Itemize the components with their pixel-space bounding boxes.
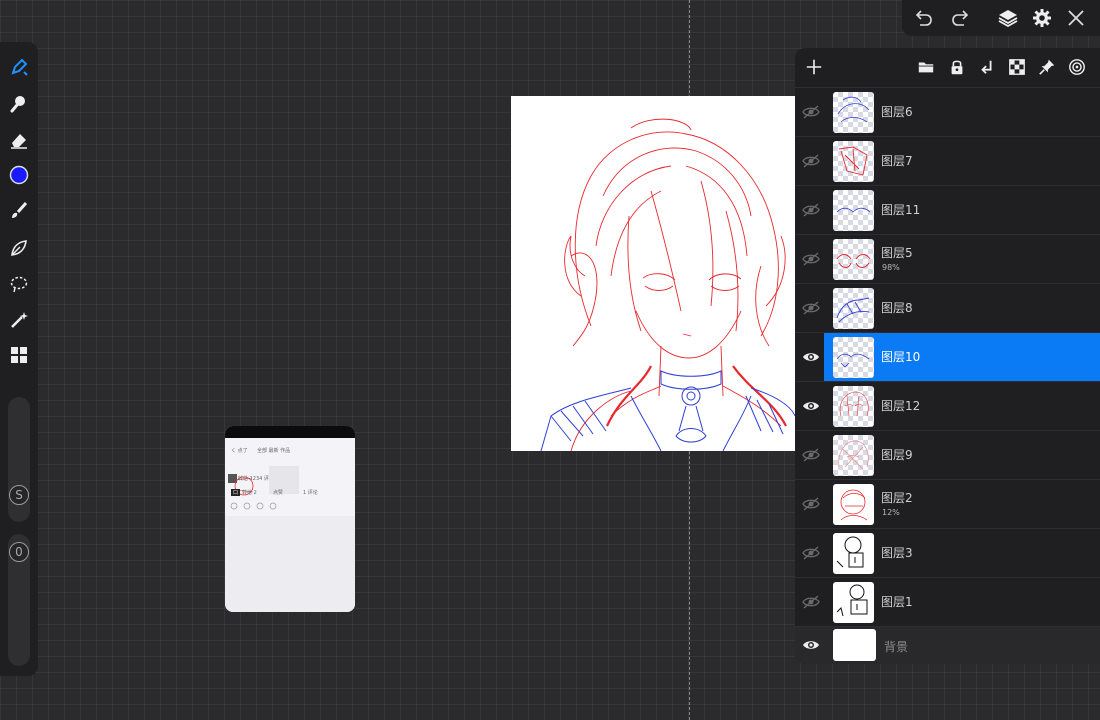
target-icon[interactable] bbox=[1066, 56, 1088, 78]
reference-chip-1: 口 bbox=[231, 489, 241, 496]
redo-icon[interactable] bbox=[948, 6, 972, 30]
brush-opacity-slider-knob[interactable]: 0 bbox=[9, 542, 29, 562]
layer-name: 图层7 bbox=[881, 154, 913, 168]
layer-row-selected[interactable]: 图层10 bbox=[795, 332, 1100, 381]
checker-icon[interactable] bbox=[1006, 56, 1028, 78]
reference-chip-4: 1 评论 bbox=[303, 490, 318, 496]
reference-chip-3: 点赞 bbox=[273, 490, 284, 496]
layer-opacity: 12% bbox=[882, 508, 900, 517]
magic-wand-icon[interactable] bbox=[6, 307, 32, 333]
reference-title-left: く 点了 bbox=[231, 448, 248, 454]
layer-thumbnail bbox=[833, 533, 874, 574]
lasso-icon[interactable] bbox=[6, 271, 32, 297]
layer-thumbnail bbox=[833, 141, 874, 182]
close-icon[interactable] bbox=[1064, 6, 1088, 30]
layer-name: 图层2 bbox=[881, 491, 913, 505]
lock-icon[interactable] bbox=[946, 56, 968, 78]
layer-thumbnail bbox=[833, 435, 874, 476]
eraser-icon[interactable] bbox=[6, 127, 32, 153]
reference-window[interactable]: く 点了 全部 最新 作品 转给 1234 评论 口 转给 2 点赞 1 评论 bbox=[225, 426, 355, 612]
layers-panel-header bbox=[795, 48, 1100, 87]
eye-hidden-icon[interactable] bbox=[801, 445, 821, 465]
layer-opacity: 98% bbox=[882, 263, 900, 272]
layer-thumbnail bbox=[833, 239, 874, 280]
eye-hidden-icon[interactable] bbox=[801, 298, 821, 318]
settings-gear-icon[interactable] bbox=[1030, 6, 1054, 30]
reference-blank-area bbox=[225, 516, 355, 612]
add-icon[interactable] bbox=[803, 56, 825, 78]
layer-thumbnail bbox=[833, 92, 874, 133]
layer-row[interactable]: 图层9 bbox=[795, 430, 1100, 479]
reference-window-titlebar[interactable] bbox=[225, 426, 355, 438]
reference-reaction-icons bbox=[230, 502, 277, 510]
layer-row-background[interactable]: 背景 bbox=[795, 626, 1100, 664]
layer-name: 图层3 bbox=[881, 546, 913, 560]
eye-hidden-icon[interactable] bbox=[801, 200, 821, 220]
left-toolbar: S 0 bbox=[0, 42, 38, 676]
merge-down-icon[interactable] bbox=[976, 56, 998, 78]
eye-visible-icon[interactable] bbox=[801, 635, 821, 655]
layer-row[interactable]: 图层1 bbox=[795, 577, 1100, 626]
color-swatch[interactable] bbox=[6, 162, 32, 188]
layer-row[interactable]: 图层8 bbox=[795, 283, 1100, 332]
layer-row[interactable]: 图层3 bbox=[795, 528, 1100, 577]
folder-icon[interactable] bbox=[915, 56, 937, 78]
layer-row[interactable]: 图层5 98% bbox=[795, 234, 1100, 283]
pin-icon[interactable] bbox=[1036, 56, 1058, 78]
eye-hidden-icon[interactable] bbox=[801, 151, 821, 171]
canvas-artwork bbox=[540, 118, 795, 451]
layer-thumbnail bbox=[833, 582, 874, 623]
layers-panel: 图层6 图层7 图层11 图层5 98% 图层8 图层10 图层12 图层9 图… bbox=[795, 48, 1100, 664]
background-color-thumbnail bbox=[833, 629, 876, 661]
layer-row[interactable]: 图层6 bbox=[795, 87, 1100, 136]
layer-name: 图层11 bbox=[881, 203, 921, 217]
layer-thumbnail bbox=[833, 484, 874, 525]
eye-hidden-icon[interactable] bbox=[801, 249, 821, 269]
layer-name: 图层6 bbox=[881, 105, 913, 119]
layers-icon[interactable] bbox=[996, 6, 1020, 30]
layer-name: 背景 bbox=[884, 640, 909, 654]
layer-thumbnail bbox=[833, 190, 874, 231]
brush-icon[interactable] bbox=[6, 54, 32, 80]
layer-name: 图层12 bbox=[881, 399, 921, 413]
smudge-icon[interactable] bbox=[6, 90, 32, 116]
layer-thumbnail bbox=[833, 288, 874, 329]
eye-hidden-icon[interactable] bbox=[801, 543, 821, 563]
layer-thumbnail bbox=[833, 386, 874, 427]
top-toolbar bbox=[902, 0, 1100, 36]
layer-row[interactable]: 图层7 bbox=[795, 136, 1100, 185]
grid-icon[interactable] bbox=[6, 342, 32, 368]
brush-settings-icon[interactable] bbox=[6, 198, 32, 224]
brush-size-slider-knob[interactable]: S bbox=[9, 485, 29, 505]
pen-icon[interactable] bbox=[6, 235, 32, 261]
layer-name: 图层8 bbox=[881, 301, 913, 315]
layer-name: 图层1 bbox=[881, 595, 913, 609]
eye-visible-icon[interactable] bbox=[801, 396, 821, 416]
reference-chip-2: 转给 2 bbox=[242, 490, 257, 496]
layer-name: 图层10 bbox=[881, 350, 921, 364]
eye-hidden-icon[interactable] bbox=[801, 494, 821, 514]
drawing-canvas[interactable] bbox=[511, 96, 795, 451]
layer-name: 图层5 bbox=[881, 246, 913, 260]
layer-row[interactable]: 图层11 bbox=[795, 185, 1100, 234]
layer-row[interactable]: 图层2 12% bbox=[795, 479, 1100, 528]
layer-thumbnail bbox=[833, 337, 874, 378]
reference-title-mid: 全部 最新 作品 bbox=[257, 448, 291, 454]
layer-name: 图层9 bbox=[881, 448, 913, 462]
layer-row[interactable]: 图层12 bbox=[795, 381, 1100, 430]
undo-icon[interactable] bbox=[912, 6, 936, 30]
eye-hidden-icon[interactable] bbox=[801, 592, 821, 612]
eye-visible-icon[interactable] bbox=[801, 347, 821, 367]
eye-hidden-icon[interactable] bbox=[801, 102, 821, 122]
